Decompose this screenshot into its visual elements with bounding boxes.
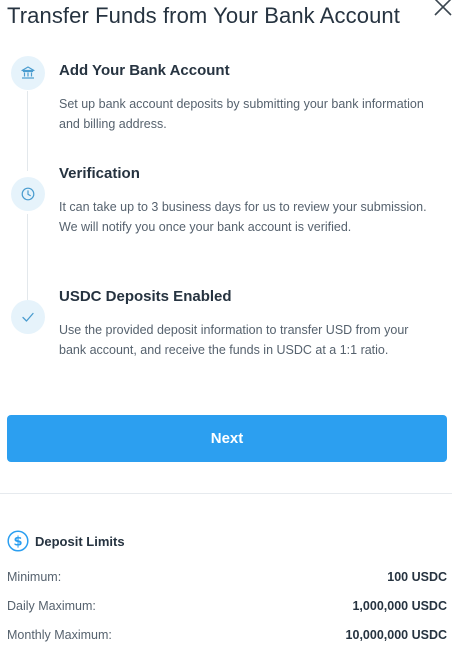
deposit-limits-title: Deposit Limits <box>35 533 125 549</box>
dialog-header: Transfer Funds from Your Bank Account <box>0 0 452 40</box>
step-description: Use the provided deposit information to … <box>59 323 409 357</box>
check-icon <box>11 300 45 334</box>
limit-label: Minimum: <box>7 570 62 584</box>
bank-icon <box>11 56 45 90</box>
step-title: Add Your Bank Account <box>59 62 230 79</box>
limit-row-daily-maximum: Daily Maximum: 1,000,000 USDC <box>7 599 447 617</box>
limit-value: 1,000,000 USDC <box>352 599 447 613</box>
clock-icon <box>11 177 45 211</box>
step-title: Verification <box>59 165 140 182</box>
step-connector <box>27 214 28 300</box>
limit-label: Daily Maximum: <box>7 599 96 613</box>
limit-row-monthly-maximum: Monthly Maximum: 10,000,000 USDC <box>7 628 447 646</box>
step-connector <box>27 91 28 171</box>
page-title: Transfer Funds from Your Bank Account <box>7 3 400 28</box>
limit-row-minimum: Minimum: 100 USDC <box>7 570 447 588</box>
next-button[interactable]: Next <box>7 415 447 462</box>
limit-value: 100 USDC <box>387 570 447 584</box>
deposit-limits-header: $ Deposit Limits <box>7 529 125 553</box>
svg-text:$: $ <box>13 535 22 550</box>
close-icon[interactable] <box>432 0 452 18</box>
step-description: It can take up to 3 business days for us… <box>59 200 427 234</box>
limit-label: Monthly Maximum: <box>7 628 112 642</box>
step-title: USDC Deposits Enabled <box>59 288 232 305</box>
dollar-icon: $ <box>7 530 29 552</box>
divider <box>0 493 452 494</box>
step-description: Set up bank account deposits by submitti… <box>59 97 424 131</box>
limit-value: 10,000,000 USDC <box>345 628 447 642</box>
